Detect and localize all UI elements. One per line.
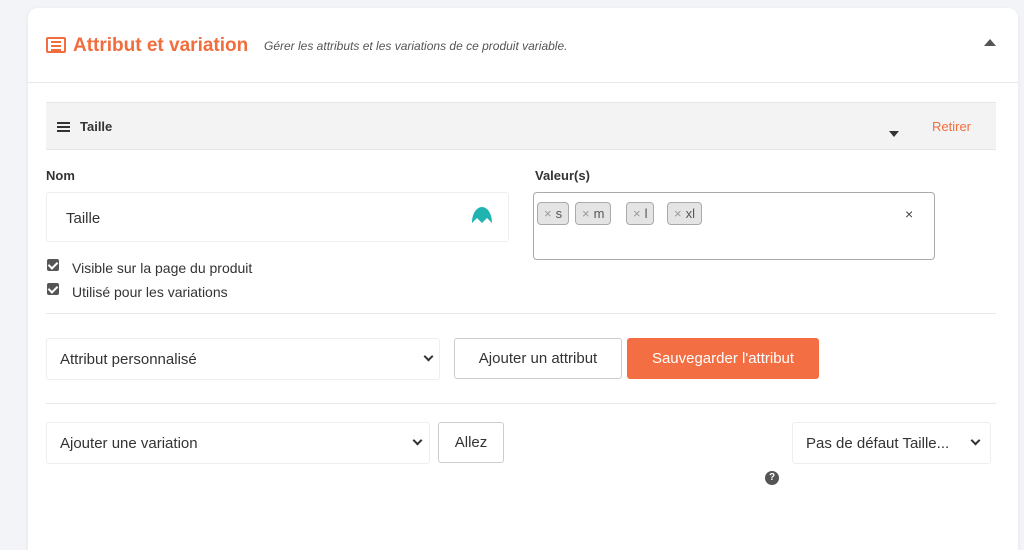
- visible-checkbox[interactable]: [47, 259, 59, 271]
- attribute-title: Taille: [80, 119, 113, 134]
- list-box-icon: [46, 37, 66, 53]
- attribute-name-input[interactable]: Taille: [46, 192, 509, 242]
- values-multiselect[interactable]: × s × m × l × xl ×: [533, 192, 935, 260]
- expand-caret-icon[interactable]: [889, 131, 899, 137]
- remove-tag-icon[interactable]: ×: [633, 206, 641, 221]
- panel-title: Attribut et variation: [73, 35, 249, 56]
- clear-values-icon[interactable]: ×: [905, 206, 913, 222]
- default-variation-value: Pas de défaut Taille...: [806, 435, 950, 452]
- default-variation-select[interactable]: Pas de défaut Taille...: [792, 422, 991, 464]
- name-label: Nom: [46, 168, 75, 183]
- attribute-type-value: Attribut personnalisé: [60, 351, 197, 368]
- remove-tag-icon[interactable]: ×: [544, 206, 552, 221]
- attribute-type-select[interactable]: Attribut personnalisé: [46, 338, 440, 380]
- variation-action-value: Ajouter une variation: [60, 435, 198, 452]
- password-manager-icon[interactable]: [471, 205, 493, 225]
- save-attribute-button[interactable]: Sauvegarder l'attribut: [627, 338, 819, 379]
- attribute-name-value: Taille: [66, 210, 101, 227]
- variation-action-select[interactable]: Ajouter une variation: [46, 422, 430, 464]
- collapse-up-icon[interactable]: [984, 39, 996, 46]
- chevron-down-icon: [970, 435, 981, 446]
- chevron-down-icon: [423, 351, 434, 362]
- value-tag-xl[interactable]: × xl: [667, 202, 702, 225]
- panel-subtitle: Gérer les attributs et les variations de…: [264, 39, 568, 53]
- variations-checkbox[interactable]: [47, 283, 59, 295]
- chevron-down-icon: [412, 435, 423, 446]
- attribute-header-bar[interactable]: Taille Retirer: [46, 102, 996, 150]
- value-tag-s[interactable]: × s: [537, 202, 570, 225]
- remove-tag-icon[interactable]: ×: [582, 206, 590, 221]
- visible-checkbox-label: Visible sur la page du produit: [72, 260, 253, 276]
- panel-header: Attribut et variation Gérer les attribut…: [28, 8, 1018, 83]
- attribute-variation-panel: Attribut et variation Gérer les attribut…: [28, 8, 1018, 550]
- help-icon[interactable]: ?: [765, 471, 779, 485]
- value-tag-l[interactable]: × l: [626, 202, 655, 225]
- drag-handle-icon[interactable]: [57, 122, 70, 133]
- divider: [46, 403, 996, 404]
- go-button[interactable]: Allez: [438, 422, 504, 463]
- remove-attribute-link[interactable]: Retirer: [932, 119, 971, 134]
- variations-checkbox-label: Utilisé pour les variations: [72, 284, 228, 300]
- values-label: Valeur(s): [535, 168, 590, 183]
- value-tag-m[interactable]: × m: [575, 202, 612, 225]
- divider: [46, 313, 996, 314]
- remove-tag-icon[interactable]: ×: [674, 206, 682, 221]
- add-attribute-button[interactable]: Ajouter un attribut: [454, 338, 622, 379]
